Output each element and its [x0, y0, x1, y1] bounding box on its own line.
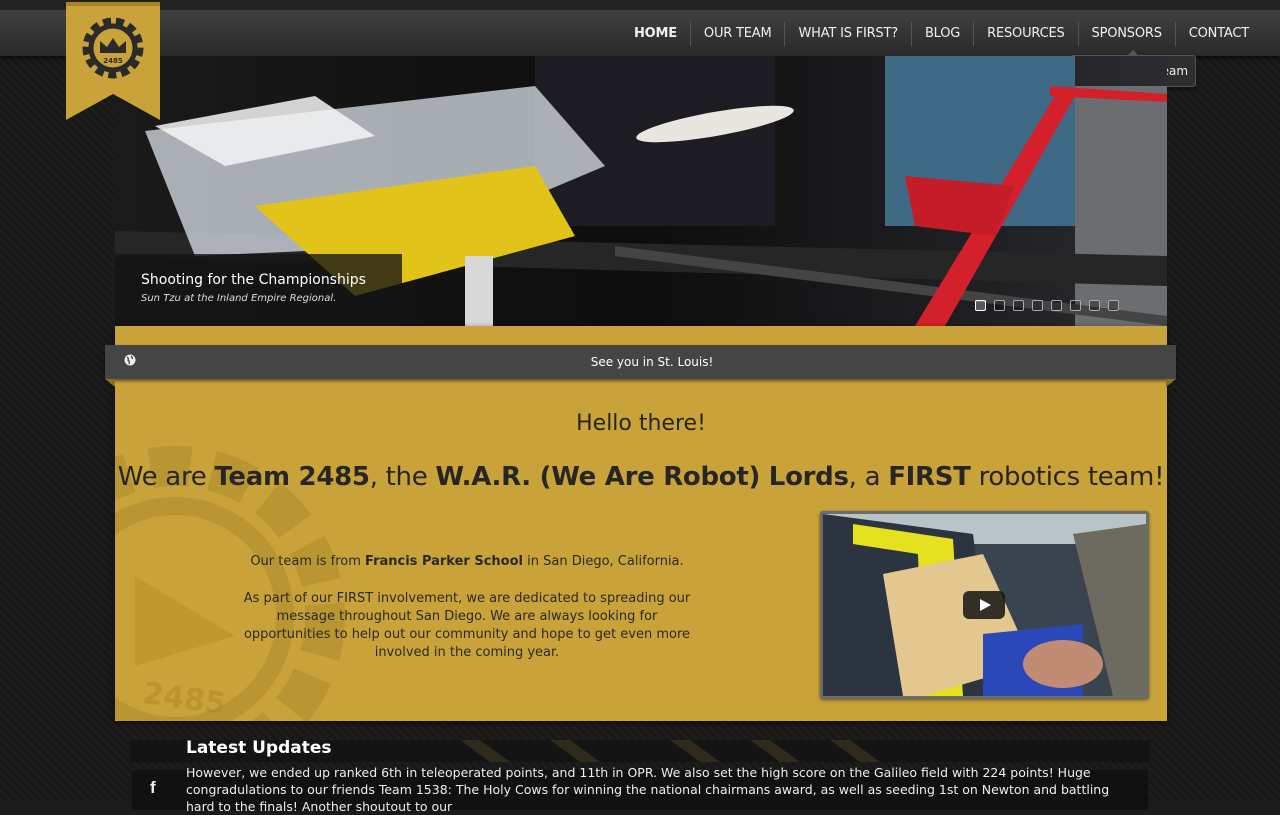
nav-contact[interactable]: CONTACT	[1174, 22, 1262, 46]
main-nav: HOME OUR TEAM WHAT IS FIRST? BLOG RESOUR…	[621, 14, 1262, 54]
nav-what-is-first[interactable]: WHAT IS FIRST?	[784, 22, 910, 46]
latest-updates-heading: Latest Updates	[186, 738, 332, 758]
slider-pagination	[975, 300, 1119, 311]
slider-dot[interactable]	[1032, 300, 1043, 311]
slide-caption-box	[115, 254, 402, 326]
watermark-number: 2485	[140, 676, 228, 721]
update-post-text: However, we ended up ranked 6th in teleo…	[186, 765, 1110, 814]
announcement-text: See you in St. Louis!	[590, 355, 714, 369]
slider-dot[interactable]	[994, 300, 1005, 311]
slider-dot[interactable]	[1108, 300, 1119, 311]
slider-dot[interactable]	[1089, 300, 1100, 311]
facebook-icon[interactable]: f	[150, 778, 156, 798]
about-school: Our team is from Francis Parker School i…	[250, 554, 684, 569]
about-mission: As part of our FIRST involvement, we are…	[243, 591, 691, 660]
video-play-button[interactable]	[963, 591, 1005, 619]
nav-resources[interactable]: RESOURCES	[973, 22, 1077, 46]
nav-blog[interactable]: BLOG	[910, 22, 973, 46]
intro-heading: We are Team 2485, the W.A.R. (We Are Rob…	[117, 462, 1165, 492]
slider-dot[interactable]	[975, 300, 986, 311]
logo-team-number: 2485	[103, 57, 123, 65]
slide-caption-title: Shooting for the Championships	[141, 272, 366, 288]
team-logo[interactable]: 2485	[66, 2, 160, 120]
about-text: Our team is from Francis Parker School i…	[237, 553, 697, 681]
top-navbar: HOME OUR TEAM WHAT IS FIRST? BLOG RESOUR…	[0, 0, 1280, 56]
nav-home[interactable]: HOME	[621, 22, 690, 46]
slide-caption-subtitle: Sun Tzu at the Inland Empire Regional.	[141, 293, 337, 304]
nav-sponsors[interactable]: SPONSORS	[1077, 22, 1175, 46]
greeting-heading: Hello there!	[576, 411, 706, 436]
slider-dot[interactable]	[1051, 300, 1062, 311]
slider-dot[interactable]	[1070, 300, 1081, 311]
nav-our-team[interactable]: OUR TEAM	[689, 22, 785, 46]
slider-dot[interactable]	[1013, 300, 1024, 311]
